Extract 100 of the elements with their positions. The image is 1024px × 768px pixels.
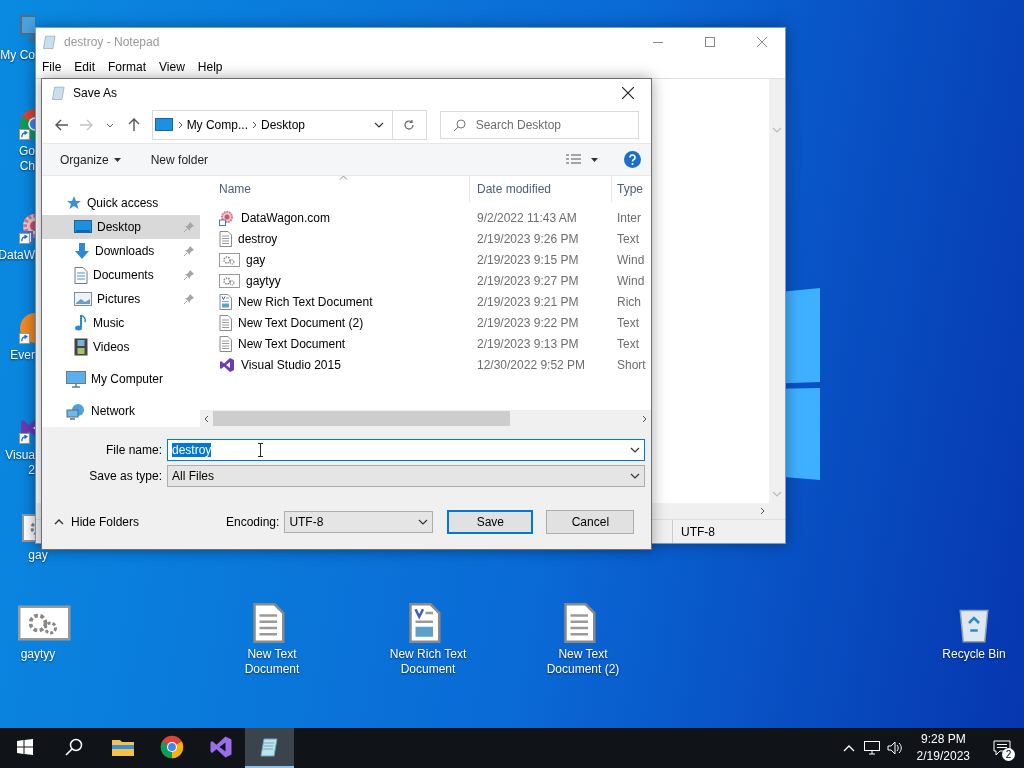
file-name: Visual Studio 2015	[200, 356, 470, 373]
chevron-down-icon	[630, 446, 640, 453]
file-name: gaytyy	[200, 272, 470, 289]
desktop-icon[interactable]: New Text Document	[234, 603, 310, 677]
icon-label: Visua 2	[5, 448, 35, 478]
text-file-icon	[219, 335, 232, 352]
gear-file-icon	[219, 251, 240, 268]
chrome-icon	[159, 735, 184, 759]
chevron-down-icon	[630, 472, 640, 479]
icon-label: DataW	[0, 248, 35, 263]
dialog-button[interactable]: Save	[447, 510, 534, 534]
file-type-dropdown[interactable]: All Files	[167, 464, 645, 487]
nav-item[interactable]: Desktop	[42, 215, 200, 239]
column-header[interactable]: Type	[612, 176, 649, 202]
refresh-button[interactable]	[392, 110, 427, 140]
nav-item[interactable]: Downloads	[42, 239, 200, 263]
search-icon	[64, 738, 83, 756]
desktop-icon[interactable]: New Rich Text Document	[390, 603, 466, 677]
network-icon	[66, 402, 86, 420]
desktop-icon[interactable]: Recycle Bin	[936, 603, 1012, 662]
scroll-down-icon	[772, 491, 782, 497]
type-cell-text: Rich	[616, 294, 642, 309]
file-row[interactable]: Visual Studio 2015 12/30/2022 9:52 PM Short	[200, 354, 651, 375]
file-row[interactable]: New Text Document (2) 2/19/2023 9:22 PM Text	[200, 312, 651, 333]
type-cell-text: Text	[616, 336, 640, 351]
file-row[interactable]: gaytyy 2/19/2023 9:27 PM Wind	[200, 270, 651, 291]
chevron-right-icon	[177, 121, 183, 129]
column-header[interactable]: Date modified	[470, 176, 612, 202]
desktop-icon[interactable]: My Co	[1, 12, 35, 63]
date-cell-text: 2/19/2023 9:15 PM	[476, 252, 580, 267]
search-icon	[452, 118, 466, 132]
file-row[interactable]: gay 2/19/2023 9:15 PM Wind	[200, 249, 651, 270]
nav-item[interactable]: Network	[42, 399, 200, 423]
nav-item[interactable]: My Computer	[42, 367, 200, 391]
file-row[interactable]: DataWagon.com 9/2/2022 11:43 AM Inter	[200, 207, 651, 228]
new-folder-button[interactable]: New folder	[150, 152, 209, 167]
horizontal-scrollbar[interactable]	[200, 410, 651, 427]
type-cell-text: Inter	[616, 210, 642, 225]
nav-item[interactable]: Documents	[42, 263, 200, 287]
file-row[interactable]: New Rich Text Document 2/19/2023 9:21 PM Rich	[200, 291, 651, 312]
computer-icon	[66, 370, 86, 388]
desktop-icon[interactable]: New Text Document (2)	[545, 603, 621, 677]
flower-icon	[219, 209, 235, 226]
search-field[interactable]: Search Desktop	[439, 111, 639, 139]
text-file-icon	[219, 230, 232, 247]
visual-studio-icon	[219, 356, 235, 373]
notification-count: 2	[1002, 748, 1015, 761]
notepad-icon	[258, 736, 281, 758]
text-file-icon	[252, 603, 285, 643]
file-name-field[interactable]: destroy	[167, 438, 645, 461]
file-name: New Text Document (2)	[200, 314, 470, 331]
text-file-icon	[219, 314, 232, 331]
icon-label: New Text Document (2)	[546, 647, 620, 677]
chevron-down-icon	[105, 122, 114, 128]
menu-item[interactable]: View	[153, 60, 192, 74]
menu-item[interactable]: Format	[102, 60, 154, 74]
taskbar-button[interactable]	[245, 728, 294, 768]
down-arrow-icon	[74, 242, 90, 260]
dialog-button[interactable]: Cancel	[546, 510, 635, 534]
maximize-icon	[705, 37, 715, 47]
menu-item[interactable]: Help	[191, 60, 230, 74]
breadcrumb[interactable]: My Comp...	[182, 118, 252, 132]
menu-item[interactable]: File	[36, 60, 69, 74]
visual-studio-icon	[208, 735, 233, 759]
chevron-up-icon	[843, 744, 856, 752]
hide-folders-button[interactable]: Hide Folders	[54, 515, 226, 529]
nav-item[interactable]: Music	[42, 311, 200, 335]
file-row[interactable]: New Text Document 2/19/2023 9:13 PM Text	[200, 333, 651, 354]
vertical-scrollbar[interactable]	[769, 79, 785, 503]
caret-icon	[113, 157, 121, 162]
notifications-button[interactable]: 2	[980, 728, 1024, 768]
close-icon	[622, 87, 634, 99]
sort-caret-icon	[339, 176, 348, 180]
dialog-title: Save As	[73, 86, 119, 100]
date-cell-text: 2/19/2023 9:27 PM	[476, 273, 580, 288]
status-encoding: UTF-8	[672, 520, 777, 543]
file-row[interactable]: destroy 2/19/2023 9:26 PM Text	[200, 228, 651, 249]
gear-file-icon	[18, 603, 71, 643]
type-cell-text: Text	[616, 231, 640, 246]
nav-item[interactable]: Pictures	[42, 287, 200, 311]
nav-item[interactable]: Videos	[42, 335, 200, 359]
date-cell-text: 2/19/2023 9:21 PM	[476, 294, 580, 309]
nav-item[interactable]: Quick access	[42, 191, 200, 215]
desktop-icon	[74, 220, 92, 234]
breadcrumb[interactable]: Desktop	[256, 118, 309, 132]
icon-label: gaytyy	[20, 647, 56, 662]
organize-button[interactable]: Organize	[60, 152, 121, 167]
encoding-dropdown[interactable]: UTF-8	[284, 511, 434, 533]
address-bar[interactable]: My Comp... Desktop	[151, 110, 393, 140]
scroll-left-icon	[203, 414, 209, 423]
date-cell-text: 2/19/2023 9:13 PM	[476, 336, 580, 351]
desktop-icon[interactable]: gaytyy	[0, 603, 76, 662]
scroll-right-icon	[642, 414, 648, 423]
window-title: destroy - Notepad	[64, 35, 161, 49]
refresh-icon	[403, 119, 416, 131]
column-header[interactable]: Name	[200, 176, 470, 202]
text-file-icon	[563, 603, 596, 643]
file-name: gay	[200, 251, 470, 268]
menu-item[interactable]: Edit	[68, 60, 103, 74]
text-cursor-icon	[257, 442, 265, 457]
